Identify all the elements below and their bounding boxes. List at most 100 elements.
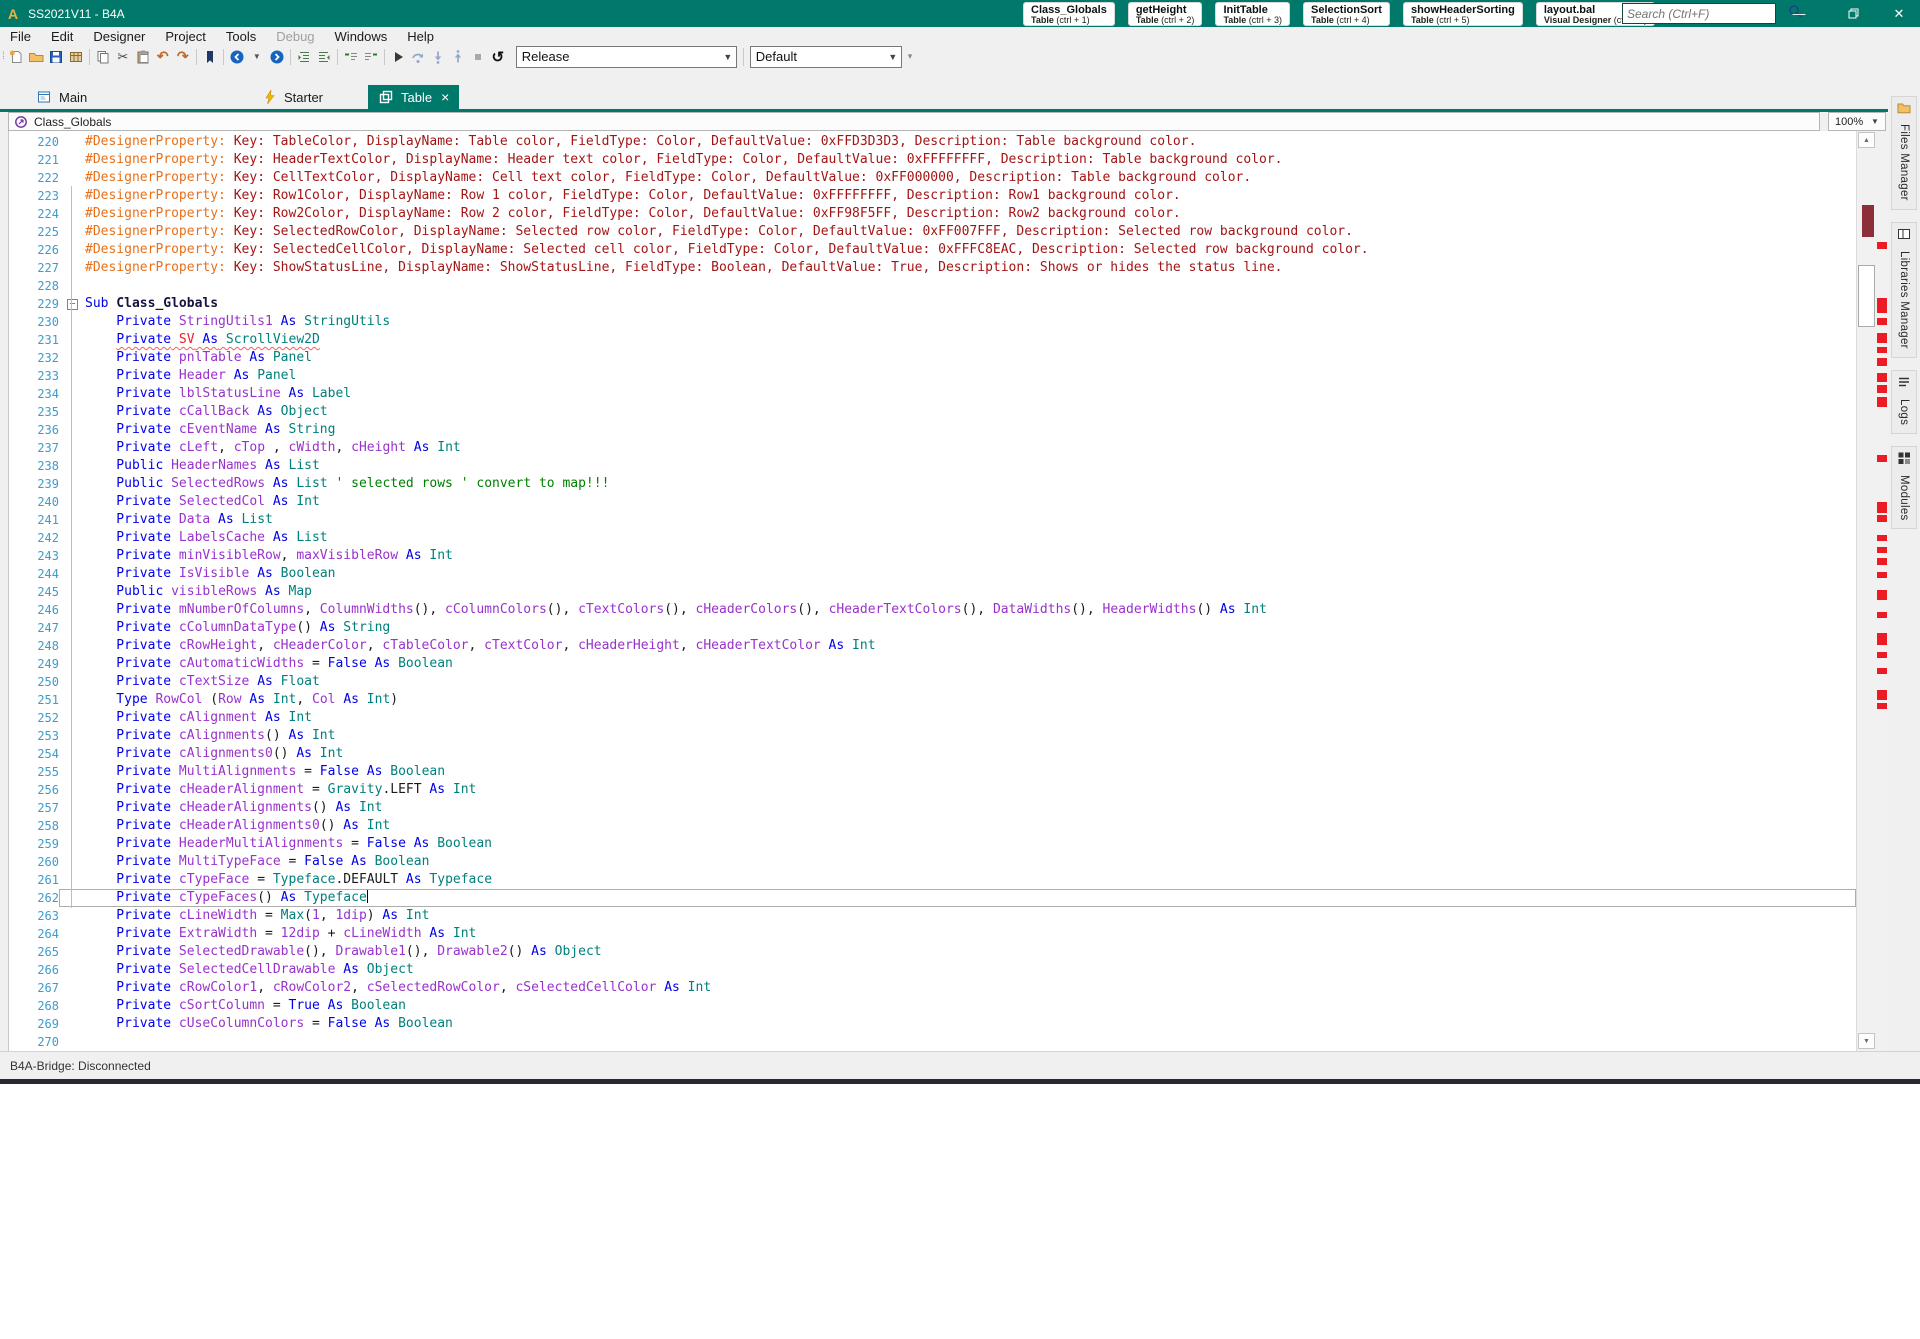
code-text: Public visibleRows As Map	[85, 583, 312, 601]
bookmark-tab-inittable[interactable]: InitTableTable (ctrl + 3)	[1215, 2, 1290, 26]
toolbar-open-project-icon[interactable]	[26, 47, 46, 67]
toolbar-outdent-icon[interactable]	[314, 47, 334, 67]
code-line: 244 Private IsVisible As Boolean	[9, 565, 1856, 583]
side-tab-files-manager[interactable]: Files Manager	[1891, 96, 1917, 210]
scrollbar-thumb[interactable]	[1858, 265, 1875, 327]
menu-item-designer[interactable]: Designer	[83, 29, 155, 44]
code-text: #DesignerProperty: Key: HeaderTextColor,…	[85, 151, 1283, 169]
bookmark-tab-selectionsort[interactable]: SelectionSortTable (ctrl + 4)	[1303, 2, 1390, 26]
status-bar: B4A-Bridge: Disconnected	[0, 1051, 1920, 1079]
fold-toggle-icon[interactable]: –	[67, 299, 78, 310]
line-number: 237	[9, 439, 59, 457]
code-text: Private cCallBack As Object	[85, 403, 328, 421]
toolbar-redo-icon[interactable]: ↷	[173, 47, 193, 67]
line-number: 242	[9, 529, 59, 547]
toolbar-paste-icon[interactable]	[133, 47, 153, 67]
editor-zoom-select[interactable]: 100%▼	[1828, 112, 1886, 131]
code-text: Private cHeaderAlignment = Gravity.LEFT …	[85, 781, 476, 799]
code-line: 226#DesignerProperty: Key: SelectedCellC…	[9, 241, 1856, 259]
toolbar-comment-icon[interactable]	[341, 47, 361, 67]
restore-button[interactable]	[1836, 0, 1870, 27]
code-line: 230 Private StringUtils1 As StringUtils	[9, 313, 1856, 331]
code-line: 262 Private cTypeFaces() As Typeface	[9, 889, 1856, 907]
toolbar-step-out-icon[interactable]	[448, 47, 468, 67]
line-number: 257	[9, 799, 59, 817]
toolbar-step-over-icon[interactable]	[408, 47, 428, 67]
code-line: 228	[9, 277, 1856, 295]
side-tab-logs[interactable]: Logs	[1891, 370, 1917, 434]
toolbar-grip-icon[interactable]: ⁞	[2, 51, 3, 62]
menu-item-debug[interactable]: Debug	[266, 29, 324, 44]
bookmark-tab-showheadersorting[interactable]: showHeaderSortingTable (ctrl + 5)	[1403, 2, 1523, 26]
code-text: Private Data As List	[85, 511, 273, 529]
breadcrumb[interactable]: Class_Globals	[8, 112, 1820, 131]
code-editor[interactable]: 220#DesignerProperty: Key: TableColor, D…	[8, 131, 1856, 1051]
toolbar-step-into-icon[interactable]	[428, 47, 448, 67]
line-number: 256	[9, 781, 59, 799]
code-line: 250 Private cTextSize As Float	[9, 673, 1856, 691]
tab-label: Table	[401, 90, 432, 105]
menu-item-file[interactable]: File	[0, 29, 41, 44]
toolbar-uncomment-icon[interactable]	[361, 47, 381, 67]
code-line: 231 Private SV As ScrollView2D	[9, 331, 1856, 349]
code-line: 253 Private cAlignments() As Int	[9, 727, 1856, 745]
toolbar-navigate-forward-icon[interactable]	[267, 47, 287, 67]
scroll-down-icon[interactable]: ▼	[1858, 1033, 1875, 1049]
side-tab-modules[interactable]: Modules	[1891, 446, 1917, 530]
code-line: 246 Private mNumberOfColumns, ColumnWidt…	[9, 601, 1856, 619]
toolbar-new-file-icon[interactable]	[6, 47, 26, 67]
close-button[interactable]: ✕	[1882, 0, 1916, 27]
side-tab-label: Libraries Manager	[1898, 251, 1910, 349]
menu-item-tools[interactable]: Tools	[216, 29, 266, 44]
code-text: Private MultiTypeFace = False As Boolean	[85, 853, 429, 871]
tab-starter[interactable]: Starter	[253, 85, 333, 109]
toolbar-run-icon[interactable]	[388, 47, 408, 67]
scroll-up-icon[interactable]: ▲	[1858, 132, 1875, 148]
line-number: 223	[9, 187, 59, 205]
toolbar-overflow-icon[interactable]: ▾	[908, 51, 913, 62]
build-configuration-select[interactable]: Release▼	[516, 46, 737, 68]
toolbar-stop-icon[interactable]	[468, 47, 488, 67]
code-text: Private cLeft, cTop , cWidth, cHeight As…	[85, 439, 461, 457]
search-input[interactable]	[1623, 7, 1788, 21]
error-mark	[1877, 590, 1887, 600]
tab-table[interactable]: Table ×	[368, 85, 459, 109]
code-text: Private cUseColumnColors = False As Bool…	[85, 1015, 453, 1033]
run-configuration-select[interactable]: Default▼	[750, 46, 902, 68]
toolbar-bookmark-icon[interactable]	[200, 47, 220, 67]
error-mark	[1877, 242, 1887, 249]
code-line: 268 Private cSortColumn = True As Boolea…	[9, 997, 1856, 1015]
separator	[337, 49, 338, 65]
code-text: #DesignerProperty: Key: SelectedCellColo…	[85, 241, 1369, 259]
bookmark-tab-class-globals[interactable]: Class_GlobalsTable (ctrl + 1)	[1023, 2, 1115, 26]
tab-main[interactable]: Main	[26, 85, 97, 109]
toolbar-indent-icon[interactable]	[294, 47, 314, 67]
toolbar-undo-icon[interactable]: ↶	[153, 47, 173, 67]
close-tab-icon[interactable]: ×	[441, 90, 449, 104]
search-box[interactable]	[1622, 3, 1776, 24]
code-line: 267 Private cRowColor1, cRowColor2, cSel…	[9, 979, 1856, 997]
toolbar-save-icon[interactable]	[46, 47, 66, 67]
bookmark-tab-getheight[interactable]: getHeightTable (ctrl + 2)	[1128, 2, 1203, 26]
code-text: Sub Class_Globals	[85, 295, 218, 313]
toolbar-navigate-back-caret-icon[interactable]: ▼	[247, 47, 267, 67]
error-mark	[1877, 358, 1887, 366]
toolbar-package-icon[interactable]	[66, 47, 86, 67]
menu-item-help[interactable]: Help	[397, 29, 444, 44]
menu-item-project[interactable]: Project	[155, 29, 215, 44]
toolbar-cut-icon[interactable]: ✂	[113, 47, 133, 67]
line-number: 224	[9, 205, 59, 223]
separator	[223, 49, 224, 65]
toolbar-navigate-back-icon[interactable]	[227, 47, 247, 67]
toolbar-copy-icon[interactable]	[93, 47, 113, 67]
menu-item-edit[interactable]: Edit	[41, 29, 83, 44]
vertical-scrollbar[interactable]: ▲ ▼	[1856, 131, 1888, 1051]
error-mark	[1877, 298, 1887, 313]
separator	[743, 48, 744, 66]
side-tab-libraries-manager[interactable]: Libraries Manager	[1891, 222, 1917, 358]
line-number: 220	[9, 133, 59, 151]
code-text: Private ExtraWidth = 12dip + cLineWidth …	[85, 925, 476, 943]
toolbar-rebuild-icon[interactable]: ↺	[488, 47, 508, 67]
menu-item-windows[interactable]: Windows	[325, 29, 398, 44]
minimize-button[interactable]: —	[1782, 0, 1816, 27]
